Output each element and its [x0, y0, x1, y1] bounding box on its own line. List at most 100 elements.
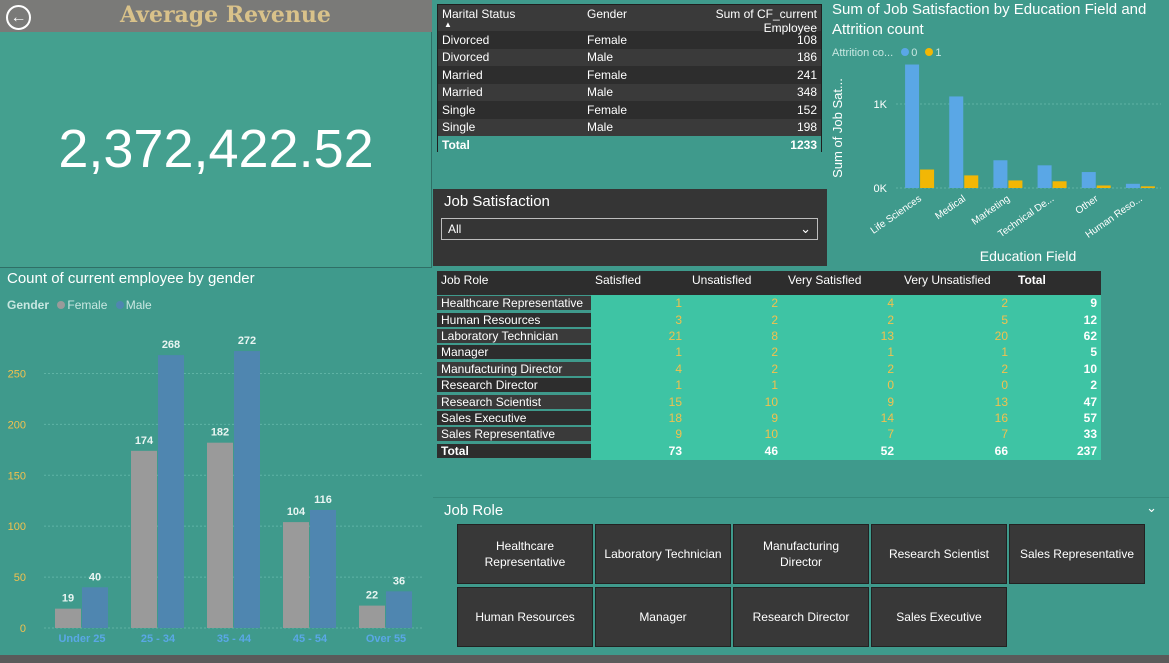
bar-male-3[interactable] — [310, 509, 336, 628]
marital-status-table[interactable]: Marital Status ▲ Gender Sum of CF_current… — [437, 4, 822, 154]
bar-1-1[interactable] — [964, 175, 979, 188]
table-row[interactable]: Healthcare Representative 1 2 4 2 9 — [437, 295, 1101, 312]
marital-status-cell: Divorced — [442, 50, 490, 65]
sort-ascending-icon: ▲ — [444, 20, 452, 29]
job-role-button-human-resources[interactable]: Human Resources — [457, 587, 593, 647]
job-role-button-manager[interactable]: Manager — [595, 587, 731, 647]
x-tick-label: Over 55 — [366, 633, 406, 645]
bar-male-2[interactable] — [234, 351, 260, 628]
bar-1-4[interactable] — [1096, 185, 1111, 188]
column-header-very-unsatisfied[interactable]: Very Unsatisfied — [900, 271, 1014, 295]
job-role-button-sales-representative[interactable]: Sales Representative — [1009, 524, 1145, 584]
column-header-unsatisfied[interactable]: Unsatisfied — [688, 271, 784, 295]
job-role-button-research-scientist[interactable]: Research Scientist — [871, 524, 1007, 584]
table-row[interactable]: Research Scientist 15 10 9 13 47 — [437, 393, 1101, 410]
table-row[interactable]: Laboratory Technician 21 8 13 20 62 — [437, 327, 1101, 345]
bar-0-5[interactable] — [1125, 183, 1140, 188]
gender-cell: Female — [587, 102, 628, 117]
satisfied-cell: 1 — [591, 344, 688, 361]
y-tick-label: 250 — [8, 368, 26, 380]
bar-female-0[interactable] — [55, 608, 81, 628]
column-header-sum[interactable]: Sum of CF_current Employee — [655, 5, 821, 35]
sum-cell: 348 — [796, 85, 817, 100]
table-row[interactable]: Sales Representative 9 10 7 7 33 — [437, 426, 1101, 443]
bar-male-0[interactable] — [82, 587, 108, 628]
table-header: Marital Status ▲ Gender Sum of CF_current… — [438, 5, 821, 35]
job-role-cell: Sales Representative — [437, 427, 591, 442]
table-row[interactable]: Human Resources 3 2 2 5 12 — [437, 311, 1101, 328]
job-role-button-research-director[interactable]: Research Director — [733, 587, 869, 647]
job-role-button-sales-executive[interactable]: Sales Executive — [871, 587, 1007, 647]
revenue-header: ← Average Revenue — [0, 0, 432, 32]
very-satisfied-cell: 1 — [784, 344, 900, 361]
table-row[interactable]: Single Male 198 — [438, 118, 821, 136]
total-unsatisfied: 46 — [688, 442, 784, 460]
data-label: 104 — [287, 506, 306, 518]
table-row[interactable]: Married Female 241 — [438, 66, 821, 84]
unsatisfied-cell: 2 — [688, 344, 784, 361]
table-row[interactable]: Divorced Male 186 — [438, 48, 821, 66]
bar-1-3[interactable] — [1052, 181, 1067, 188]
total-satisfied: 73 — [591, 442, 688, 460]
bar-female-1[interactable] — [131, 450, 157, 628]
bar-0-0[interactable] — [905, 64, 920, 188]
sum-cell: 241 — [796, 67, 817, 82]
gender-chart-plot: 0 50 100 150 200 250 19 40 Under 25 174 268 25 - 34… — [8, 335, 424, 645]
bar-1-2[interactable] — [1008, 180, 1023, 188]
job-role-cell: Sales Executive — [437, 410, 591, 425]
job-role-matrix[interactable]: Job Role Satisfied Unsatisfied Very Sati… — [437, 271, 1101, 460]
table-row[interactable]: Married Male 348 — [438, 83, 821, 101]
very-unsatisfied-cell: 7 — [900, 426, 1014, 443]
total-cell: 62 — [1014, 327, 1101, 345]
x-tick-label: Under 25 — [58, 633, 105, 645]
chevron-down-icon[interactable]: ⌄ — [1146, 500, 1157, 516]
column-header-job-role[interactable]: Job Role — [437, 271, 591, 295]
bar-0-2[interactable] — [993, 160, 1008, 188]
job-role-button-laboratory-technician[interactable]: Laboratory Technician — [595, 524, 731, 584]
back-arrow-icon[interactable]: ← — [6, 5, 31, 30]
bar-0-3[interactable] — [1037, 165, 1052, 188]
bar-female-4[interactable] — [359, 605, 385, 628]
column-header-satisfied[interactable]: Satisfied — [591, 271, 688, 295]
column-header-very-satisfied[interactable]: Very Satisfied — [784, 271, 900, 295]
job-satisfaction-dropdown[interactable]: All ⌄ — [441, 218, 818, 240]
bar-female-3[interactable] — [283, 522, 309, 628]
bar-1-0[interactable] — [920, 169, 935, 188]
marital-status-cell: Divorced — [442, 32, 490, 47]
gender-chart[interactable]: Count of current employee by gender Gend… — [0, 268, 432, 660]
y-tick-label: 100 — [8, 521, 26, 533]
data-label: 268 — [162, 339, 180, 351]
bar-1-5[interactable] — [1140, 186, 1155, 188]
y-tick-label: 200 — [8, 419, 26, 431]
data-label: 22 — [366, 590, 378, 602]
satisfied-cell: 21 — [591, 327, 688, 345]
bar-0-1[interactable] — [949, 96, 964, 188]
job-role-slicer: Job Role ⌄ Healthcare Representative Labo… — [433, 497, 1169, 657]
bar-female-2[interactable] — [207, 442, 233, 628]
total-cell: 5 — [1014, 344, 1101, 361]
gender-cell: Male — [587, 50, 614, 65]
table-row[interactable]: Research Director 1 1 0 0 2 — [437, 376, 1101, 394]
table-row[interactable]: Manager 1 2 1 1 5 — [437, 344, 1101, 361]
total-very-unsatisfied: 66 — [900, 442, 1014, 460]
unsatisfied-cell: 9 — [688, 409, 784, 427]
table-row[interactable]: Sales Executive 18 9 14 16 57 — [437, 409, 1101, 427]
job-role-button-manufacturing-director[interactable]: Manufacturing Director — [733, 524, 869, 584]
table-row[interactable]: Single Female 152 — [438, 101, 821, 119]
very-satisfied-cell: 9 — [784, 393, 900, 410]
education-field-chart[interactable]: Sum of Job Satisfaction by Education Fie… — [828, 0, 1169, 268]
bar-male-4[interactable] — [386, 591, 412, 628]
column-header-gender[interactable]: Gender — [583, 5, 655, 31]
column-header-total[interactable]: Total — [1014, 271, 1101, 295]
very-satisfied-cell: 14 — [784, 409, 900, 427]
column-header-marital-status[interactable]: Marital Status ▲ — [438, 5, 583, 31]
table-row[interactable]: Manufacturing Director 4 2 2 2 10 — [437, 360, 1101, 377]
average-revenue-card: ← Average Revenue 2,372,422.52 — [0, 0, 432, 268]
bar-male-1[interactable] — [158, 355, 184, 628]
job-role-button-healthcare-representative[interactable]: Healthcare Representative — [457, 524, 593, 584]
very-unsatisfied-cell: 20 — [900, 327, 1014, 345]
data-label: 272 — [238, 335, 256, 347]
y-tick-label: 1K — [874, 99, 888, 111]
bar-0-4[interactable] — [1081, 172, 1096, 188]
total-cell: 2 — [1014, 376, 1101, 394]
